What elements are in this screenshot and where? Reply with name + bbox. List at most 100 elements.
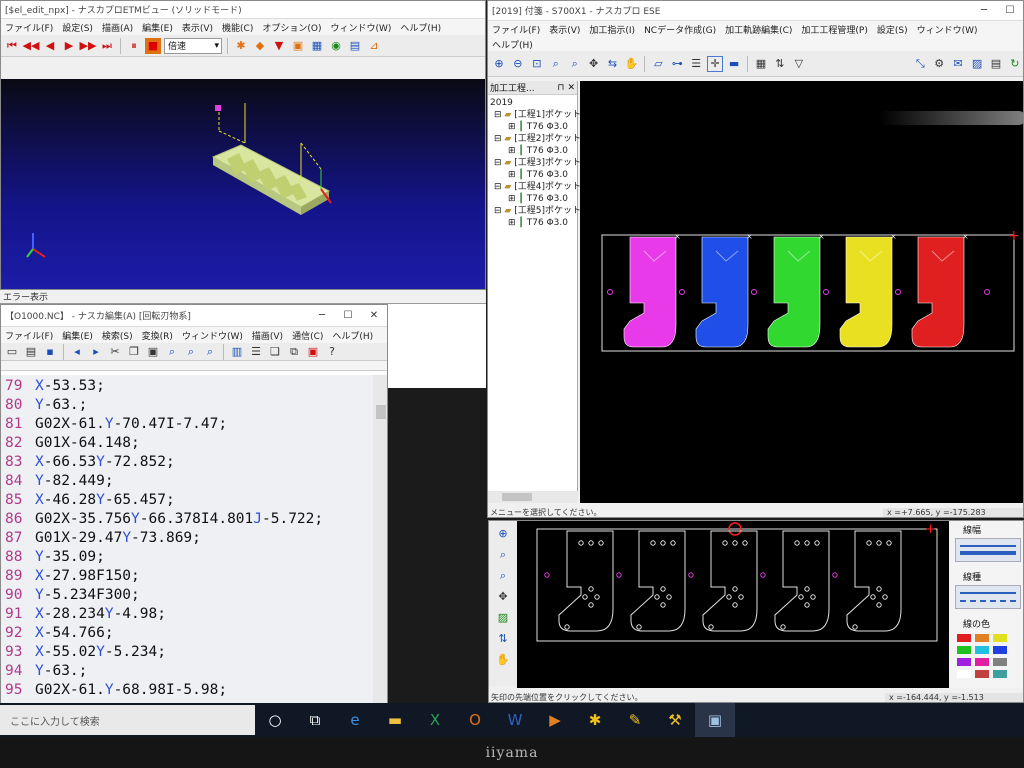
menu-item[interactable]: オプション(O): [262, 21, 321, 34]
hand-icon[interactable]: ✋: [623, 56, 639, 72]
map-icon[interactable]: ▨: [495, 609, 511, 625]
search-prev-icon[interactable]: ⌕: [202, 344, 218, 360]
menu-item[interactable]: ヘルプ(H): [400, 21, 441, 34]
menu-item[interactable]: 加工指示(I): [589, 23, 635, 36]
menu-item[interactable]: ウィンドウ(W): [330, 21, 391, 34]
expand-icon[interactable]: ⊞: [508, 146, 516, 156]
code-line[interactable]: 92 X-54.766;: [5, 624, 373, 643]
tree-tool-item[interactable]: ⊞ ┃ T76 Φ3.0: [490, 169, 577, 181]
image-icon[interactable]: ▨: [969, 56, 985, 72]
zoom-extents-icon[interactable]: ⌕: [567, 56, 583, 72]
menu-item[interactable]: ヘルプ(H): [332, 329, 373, 342]
taskbar-search-box[interactable]: ここに入力して検索: [0, 705, 255, 735]
solid-view-titlebar[interactable]: [$el_edit_npx] - ナスカプロETMビュー (ソリッドモード): [1, 1, 485, 19]
link-icon[interactable]: ⊶: [669, 56, 685, 72]
code-line[interactable]: 93 X-55.02Y-5.234;: [5, 643, 373, 662]
color-swatch[interactable]: [957, 646, 971, 654]
zoom-window-icon[interactable]: ⊡: [529, 56, 545, 72]
maximize-icon[interactable]: ☐: [997, 5, 1023, 16]
expand-icon[interactable]: ⊞: [508, 122, 516, 132]
code-line[interactable]: 83 X-66.53Y-72.852;: [5, 453, 373, 472]
tree-tool-item[interactable]: ⊞ ┃ T76 Φ3.0: [490, 193, 577, 205]
arrow-left-icon[interactable]: ◂: [69, 344, 85, 360]
export-icon[interactable]: ▤: [988, 56, 1004, 72]
nasca-cam-icon[interactable]: ⚒: [655, 703, 695, 737]
tree-tool-item[interactable]: ⊞ ┃ T76 Φ3.0: [490, 217, 577, 229]
zoom-fit-icon[interactable]: ⌕: [548, 56, 564, 72]
new-file-icon[interactable]: ▭: [4, 344, 20, 360]
cam-part-pocket[interactable]: [767, 236, 821, 348]
filter-icon[interactable]: ▽: [791, 56, 807, 72]
menu-item[interactable]: ファイル(F): [5, 21, 53, 34]
cam-titlebar[interactable]: [2019] 付箋 - S700X1 - ナスカプロ ESE ─ ☐: [488, 1, 1023, 21]
menu-item[interactable]: 通信(C): [292, 329, 323, 342]
play-icon[interactable]: ▶: [61, 38, 77, 54]
line-width-options[interactable]: [955, 538, 1021, 562]
back-icon[interactable]: ◀: [42, 38, 58, 54]
arrow-right-icon[interactable]: ▸: [88, 344, 104, 360]
expand-icon[interactable]: ⊞: [508, 218, 516, 228]
color-swatch[interactable]: [957, 634, 971, 642]
code-line[interactable]: 85 X-46.28Y-65.457;: [5, 491, 373, 510]
edge-icon[interactable]: e: [335, 703, 375, 737]
step-forward-icon[interactable]: ▶▶: [80, 38, 97, 54]
pin-icon[interactable]: ⊓: [557, 83, 567, 93]
menu-item[interactable]: 検索(S): [102, 329, 133, 342]
menu-item[interactable]: 描画(A): [102, 21, 133, 34]
line-type-options[interactable]: [955, 585, 1021, 609]
cutter-icon[interactable]: ◆: [252, 38, 268, 54]
stop-icon[interactable]: ■: [145, 37, 161, 54]
crosshair-icon[interactable]: ✛: [707, 55, 724, 72]
menu-item[interactable]: NCデータ作成(G): [644, 23, 716, 36]
zoom-extents-icon[interactable]: ⌕: [495, 567, 511, 583]
pause-icon[interactable]: ⏸: [126, 38, 142, 54]
expand-icon[interactable]: ⊟: [494, 182, 502, 192]
tree-process-item[interactable]: ⊟ ▰ [工程3]ポケット: [490, 157, 581, 169]
tree-hscrollbar[interactable]: [488, 491, 578, 503]
color-icon[interactable]: ◉: [328, 38, 344, 54]
swap-icon[interactable]: ⇅: [495, 630, 511, 646]
list-icon[interactable]: ☰: [248, 344, 264, 360]
menu-item[interactable]: 編集(E): [62, 329, 93, 342]
color-swatch[interactable]: [993, 634, 1007, 642]
menu-item[interactable]: 表示(V): [182, 21, 213, 34]
menu-item[interactable]: ウィンドウ(W): [917, 23, 978, 36]
close-icon[interactable]: ✕: [567, 83, 577, 93]
layer-icon[interactable]: ▱: [650, 56, 666, 72]
close-icon[interactable]: ✕: [361, 310, 387, 321]
code-line[interactable]: 79 X-53.53;: [5, 377, 373, 396]
vertical-scrollbar[interactable]: [373, 375, 387, 703]
help-icon[interactable]: ?: [324, 344, 340, 360]
redraw-icon[interactable]: ✥: [495, 588, 511, 604]
refresh-icon[interactable]: ↻: [1007, 56, 1023, 72]
tree-tool-item[interactable]: ⊞ ┃ T76 Φ3.0: [490, 145, 577, 157]
tree-process-item[interactable]: ⊟ ▰ [工程1]ポケット: [490, 109, 581, 121]
color-swatch[interactable]: [975, 658, 989, 666]
line-color-swatches[interactable]: [955, 632, 1021, 680]
color-swatch[interactable]: [993, 646, 1007, 654]
code-line[interactable]: 82 G01X-64.148;: [5, 434, 373, 453]
zoom-in-icon[interactable]: ⊕: [491, 56, 507, 72]
task-view-icon[interactable]: ⧉: [295, 703, 335, 737]
nasca-solid-icon[interactable]: ✱: [575, 703, 615, 737]
color-swatch[interactable]: [975, 646, 989, 654]
menu-item[interactable]: ファイル(F): [492, 23, 540, 36]
copy-block-icon[interactable]: ❏: [267, 344, 283, 360]
menu-item[interactable]: 設定(S): [877, 23, 908, 36]
excel-icon[interactable]: X: [415, 703, 455, 737]
copy-icon[interactable]: ❐: [126, 344, 142, 360]
expand-icon[interactable]: ⊞: [508, 194, 516, 204]
expand-icon[interactable]: ⊟: [494, 158, 502, 168]
zoom-in-icon[interactable]: ⊕: [495, 525, 511, 541]
code-line[interactable]: 89 X-27.98F150;: [5, 567, 373, 586]
menu-item[interactable]: 加工工程管理(P): [801, 23, 867, 36]
open-file-icon[interactable]: ▤: [23, 344, 39, 360]
code-line[interactable]: 95 G02X-61.Y-68.98I-5.98;: [5, 681, 373, 700]
preview-part-outline[interactable]: [630, 530, 686, 632]
document-icon[interactable]: ▥: [229, 344, 245, 360]
color-swatch[interactable]: [957, 670, 971, 678]
minimize-icon[interactable]: ─: [971, 5, 997, 16]
table-icon[interactable]: ▤: [347, 38, 363, 54]
preview-part-outline[interactable]: [846, 530, 902, 632]
menu-item[interactable]: 設定(S): [62, 21, 93, 34]
